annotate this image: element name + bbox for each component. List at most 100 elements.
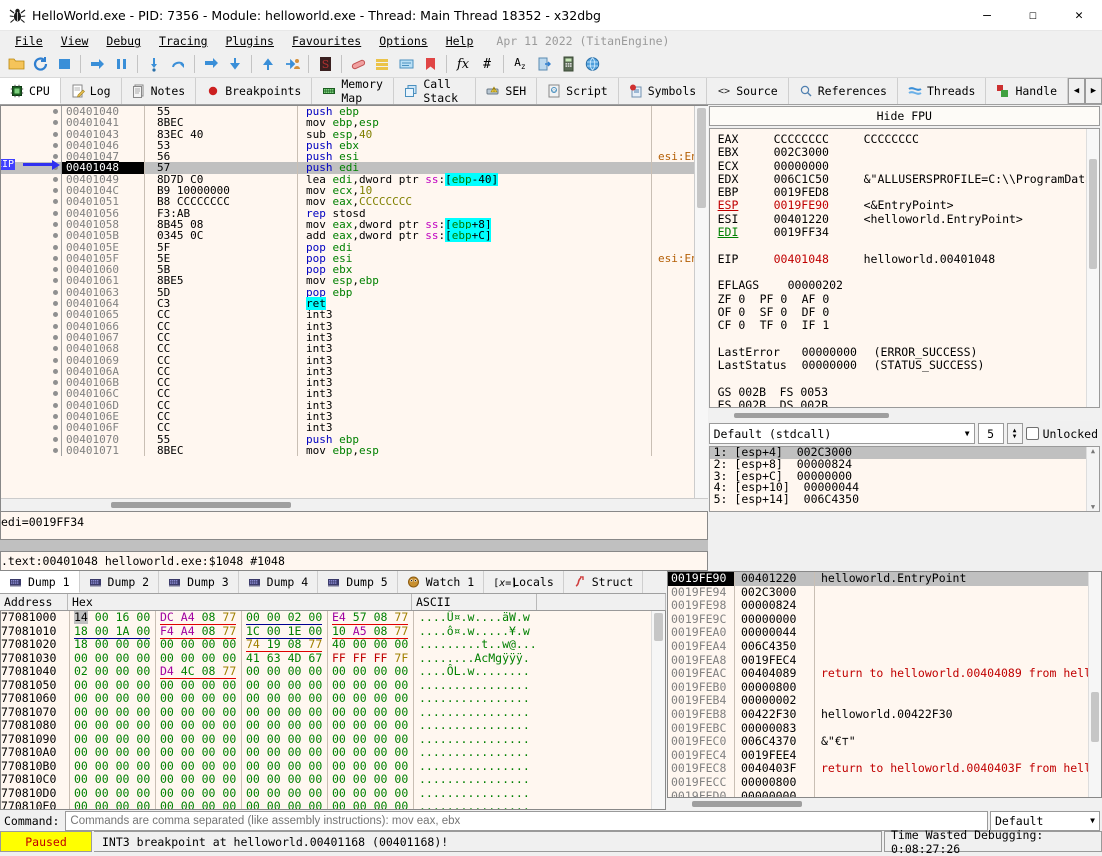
unlocked-checkbox-wrap[interactable]: Unlocked [1025, 427, 1100, 441]
stack-row[interactable]: 0019FEAC 00404089 return to helloworld.004… [668, 667, 1101, 681]
menu-debug[interactable]: Debug [97, 32, 150, 50]
menu-help[interactable]: Help [437, 32, 483, 50]
function-icon[interactable]: fx [452, 53, 474, 75]
stack-row[interactable]: 0019FEB0 00000800 [668, 680, 1101, 695]
register-value[interactable]: 002C3000 [774, 145, 864, 159]
breakpoint-dot-icon[interactable] [53, 312, 58, 318]
stack-horizontal-scrollbar[interactable] [667, 798, 1102, 810]
breakpoint-gutter[interactable] [1, 275, 61, 286]
stack-row[interactable]: 0019FEC0 006C4370 &"€⊤" [668, 735, 1101, 749]
open-icon[interactable] [5, 53, 27, 75]
breakpoint-gutter[interactable] [1, 219, 61, 230]
menu-view[interactable]: View [52, 32, 98, 50]
breakpoint-gutter[interactable] [1, 242, 61, 253]
scrollbar-thumb[interactable] [1089, 159, 1097, 269]
memory-icon[interactable] [371, 53, 393, 75]
bookmark-icon[interactable] [419, 53, 441, 75]
breakpoint-dot-icon[interactable] [53, 109, 58, 114]
breakpoint-dot-icon[interactable] [53, 368, 58, 374]
menu-plugins[interactable]: Plugins [217, 32, 283, 50]
flag-df[interactable]: DF 0 [802, 305, 844, 319]
register-value[interactable]: 00401048 [774, 252, 864, 266]
label-icon[interactable]: Az [509, 53, 531, 75]
registers-view[interactable]: EAX CCCCCCCC CCCCCCCC EBX 002C3000 ECX 0000000… [708, 128, 1100, 408]
breakpoint-dot-icon[interactable] [53, 334, 58, 340]
segment-ds[interactable]: DS 002B [780, 398, 842, 407]
stack-row[interactable]: 0019FEBC 00000083 [668, 721, 1101, 736]
dump-row[interactable]: 77081040 02 00 00 00 D4 4C 08 77 00 00 00 0… [1, 664, 665, 679]
stack-row[interactable]: 0019FED0 00000000 [668, 789, 1101, 797]
scrollbar-thumb[interactable] [696, 108, 706, 208]
breakpoint-gutter[interactable] [1, 388, 61, 399]
dump-tab-watch-1[interactable]: Watch 1 [398, 571, 485, 593]
dump-tab-dump-1[interactable]: Dump 1 [0, 571, 80, 593]
scrollbar-thumb[interactable] [654, 613, 663, 641]
flag-cf[interactable]: CF 0 [718, 318, 760, 332]
tab-script[interactable]: <> Script [537, 78, 619, 104]
run-to-icon[interactable] [224, 53, 246, 75]
breakpoint-dot-icon[interactable] [53, 323, 58, 329]
tab-call-stack[interactable]: Call Stack [394, 77, 477, 105]
breakpoint-dot-icon[interactable] [53, 289, 58, 295]
breakpoint-gutter[interactable] [1, 332, 61, 343]
stack-row[interactable]: 0019FE98 00000824 [668, 599, 1101, 613]
register-name[interactable]: EDX [718, 172, 774, 186]
breakpoint-gutter[interactable] [1, 106, 61, 117]
register-value[interactable]: 0019FED8 [774, 185, 864, 199]
arguments-vertical-scrollbar[interactable]: ▲ ▼ [1086, 447, 1099, 511]
breakpoint-gutter[interactable] [1, 445, 61, 456]
breakpoint-dot-icon[interactable] [53, 436, 58, 442]
scroll-up-icon[interactable]: ▲ [1091, 447, 1095, 455]
dump-row[interactable]: 770810E0 00 00 00 00 00 00 00 00 00 00 00 0… [1, 799, 665, 809]
tab-source[interactable]: <> Source [707, 78, 789, 104]
stack-row[interactable]: 0019FEB4 00000002 [668, 694, 1101, 708]
dump-row[interactable]: 77081010 18 00 1A 00 F4 A4 08 77 1C 00 1E 0… [1, 623, 665, 639]
scrollbar-thumb[interactable] [733, 413, 889, 418]
breakpoint-gutter[interactable] [1, 196, 61, 207]
scrollbar-thumb[interactable] [692, 801, 802, 807]
stack-row[interactable]: 0019FEB8 00422F30 helloworld.00422F30 [668, 707, 1101, 722]
stack-vertical-scrollbar[interactable] [1088, 572, 1101, 797]
stack-view[interactable]: 0019FE90 00401220 helloworld.EntryPoint 001… [667, 571, 1102, 798]
breakpoint-gutter[interactable] [1, 355, 61, 366]
tab-log[interactable]: Log [60, 78, 122, 104]
menu-favourites[interactable]: Favourites [283, 32, 370, 50]
scroll-down-icon[interactable]: ▼ [1091, 503, 1095, 511]
dump-row[interactable]: 77081070 00 00 00 00 00 00 00 00 00 00 00 0… [1, 705, 665, 719]
breakpoint-gutter[interactable] [1, 298, 61, 309]
last-status-value[interactable]: 00000000 [802, 358, 874, 372]
tab-notes[interactable]: Notes [121, 78, 197, 104]
tab-seh[interactable]: ! SEH [476, 78, 538, 104]
export-icon[interactable] [533, 53, 555, 75]
tab-references[interactable]: References [788, 78, 898, 104]
dump-header-address[interactable]: Address [0, 594, 68, 610]
dump-tab-dump-3[interactable]: Dump 3 [159, 571, 239, 593]
stack-row[interactable]: 0019FECC 00000800 [668, 775, 1101, 790]
menu-tracing[interactable]: Tracing [150, 32, 216, 50]
breakpoint-dot-icon[interactable] [53, 210, 58, 216]
register-value[interactable]: 00401220 [774, 212, 864, 226]
breakpoint-dot-icon[interactable] [53, 120, 58, 126]
breakpoint-dot-icon[interactable] [53, 188, 58, 194]
tab-cpu[interactable]: CPU [0, 78, 61, 104]
flag-if[interactable]: IF 1 [802, 318, 844, 332]
register-name[interactable]: EBP [718, 185, 774, 199]
register-name[interactable]: EAX [718, 132, 774, 146]
breakpoint-gutter[interactable] [1, 422, 61, 433]
dump-row[interactable]: 77081020 18 00 00 00 00 00 00 00 74 19 08 7… [1, 637, 665, 652]
breakpoint-dot-icon[interactable] [53, 131, 58, 137]
comment-icon[interactable] [395, 53, 417, 75]
register-value[interactable]: CCCCCCCC [774, 132, 864, 146]
breakpoint-gutter[interactable] [1, 264, 61, 275]
breakpoint-dot-icon[interactable] [53, 402, 58, 408]
restart-icon[interactable] [29, 53, 51, 75]
register-value[interactable]: 00000000 [774, 159, 864, 173]
flag-of[interactable]: OF 0 [718, 305, 760, 319]
register-value[interactable]: 0019FF34 [774, 225, 864, 239]
unlocked-checkbox[interactable] [1025, 427, 1039, 440]
argument-row[interactable]: 5: [esp+14] 006C4350 [710, 493, 1099, 506]
breakpoint-gutter[interactable] [1, 411, 61, 422]
stack-row[interactable]: 0019FE94 002C3000 [668, 585, 1101, 600]
tab-memory-map[interactable]: Memory Map [312, 77, 395, 105]
breakpoint-dot-icon[interactable] [53, 301, 58, 307]
